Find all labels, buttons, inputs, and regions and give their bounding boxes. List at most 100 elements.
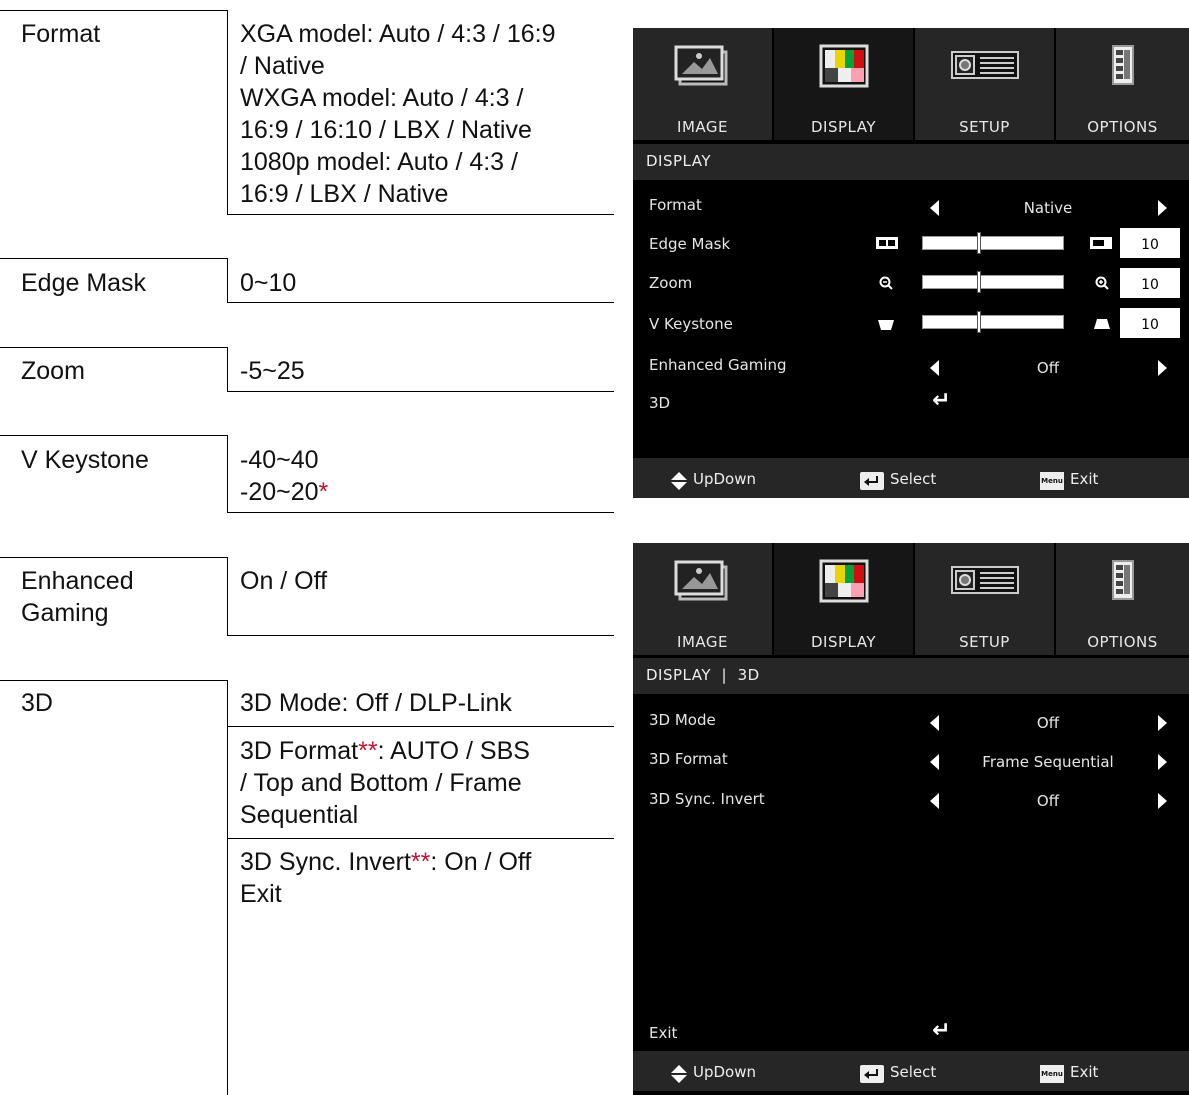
keystone-up-icon [1094, 319, 1110, 329]
enhanced-gaming-value: On / Off [240, 567, 328, 595]
v-keystone-values: -40~40 -20~20* [240, 444, 610, 508]
display-icon [819, 44, 868, 88]
row-label: 3D [649, 394, 671, 412]
three-d-exit: Exit [240, 880, 282, 908]
zoom-out-icon [879, 276, 893, 290]
edge-mask-slider[interactable] [922, 232, 1064, 254]
arrow-right-icon[interactable] [1158, 200, 1167, 216]
format-label: Format [21, 20, 101, 48]
three-d-label: 3D [21, 689, 53, 717]
row-value: Off [1036, 359, 1060, 377]
row-label: 3D Format [649, 750, 728, 768]
osd-footer: UpDown Select Menu Exit [633, 458, 1189, 498]
zoom-value: -5~25 [240, 357, 305, 385]
image-icon [674, 45, 727, 86]
footer-select-label: Select [890, 1063, 937, 1081]
v-keystone-slider[interactable] [922, 311, 1064, 333]
options-icon [1111, 560, 1134, 600]
osd-display-panel: IMAGE DISPLAY SETUP OPTIONS DISPLAY Form… [633, 28, 1189, 498]
footer-updown-label: UpDown [693, 470, 757, 488]
edge-mask-max-icon [1090, 237, 1112, 249]
enter-icon[interactable]: ↵ [932, 388, 950, 413]
zoom-value-box[interactable]: 10 [1120, 268, 1180, 298]
format-value-line: XGA model: Auto / 4:3 / 16:9 [240, 20, 556, 48]
tab-setup[interactable]: SETUP [915, 543, 1054, 655]
edge-mask-value: 0~10 [240, 269, 297, 297]
three-d-mode: 3D Mode: Off / DLP-Link [240, 689, 512, 717]
tab-options-label: OPTIONS [1087, 633, 1158, 651]
double-asterisk-note: ** [358, 737, 378, 765]
footer-select-label: Select [890, 470, 937, 488]
tab-display[interactable]: DISPLAY [774, 28, 913, 140]
row-value: Off [1036, 714, 1060, 732]
tab-setup-label: SETUP [959, 633, 1010, 651]
row-label: 3D Mode [649, 711, 716, 729]
format-value-line: / Native [240, 52, 325, 80]
slider-knob[interactable] [977, 232, 981, 254]
row-label: 3D Sync. Invert [649, 790, 765, 808]
arrow-right-icon[interactable] [1158, 793, 1167, 809]
row-label: Exit [649, 1024, 678, 1042]
arrow-right-icon[interactable] [1158, 360, 1167, 376]
tab-setup[interactable]: SETUP [915, 28, 1054, 140]
osd-3d-panel: IMAGE DISPLAY SETUP OPTIONS DISPLAY | 3D… [633, 543, 1189, 1095]
footer-exit-label: Exit [1070, 470, 1099, 488]
arrow-left-icon[interactable] [930, 360, 939, 376]
arrow-right-icon[interactable] [1158, 715, 1167, 731]
edge-mask-value-box[interactable]: 10 [1120, 228, 1180, 258]
tab-display-label: DISPLAY [810, 118, 876, 136]
breadcrumb: DISPLAY [633, 144, 1189, 180]
format-value-line: WXGA model: Auto / 4:3 / [240, 84, 524, 112]
row-label: Format [649, 196, 702, 214]
updown-icon [671, 1065, 687, 1083]
three-d-format: 3D Format**: AUTO / SBS / Top and Bottom… [240, 737, 530, 829]
asterisk-note: * [318, 478, 329, 506]
three-d-mode-divider [228, 726, 614, 727]
format-value-line: 16:9 / LBX / Native [240, 180, 449, 208]
osd-tab-bar: IMAGE DISPLAY SETUP OPTIONS [633, 543, 1189, 655]
format-divider [228, 214, 614, 215]
row-label: Enhanced Gaming [649, 356, 787, 374]
row-label: Edge Mask [649, 235, 731, 253]
osd-footer: UpDown Select Menu Exit [633, 1051, 1189, 1091]
tab-display-label: DISPLAY [810, 633, 876, 651]
arrow-right-icon[interactable] [1158, 754, 1167, 770]
slider-knob[interactable] [977, 311, 981, 333]
row-label: V Keystone [649, 315, 733, 333]
row-value: Off [1036, 792, 1060, 810]
keystone-down-icon [878, 320, 894, 330]
v-keystone-label: V Keystone [21, 446, 149, 474]
v-keystone-value-box[interactable]: 10 [1120, 308, 1180, 338]
footer-updown-label: UpDown [693, 1063, 757, 1081]
slider-knob[interactable] [977, 271, 981, 293]
tab-image-label: IMAGE [677, 118, 728, 136]
tab-display[interactable]: DISPLAY [774, 543, 913, 655]
arrow-left-icon[interactable] [930, 793, 939, 809]
row-value: Frame Sequential [982, 753, 1114, 771]
breadcrumb: DISPLAY | 3D [633, 658, 1189, 694]
tab-options[interactable]: OPTIONS [1056, 28, 1189, 140]
menu-key-icon: Menu [1040, 1065, 1064, 1083]
zoom-in-icon [1095, 276, 1109, 290]
enter-icon[interactable]: ↵ [932, 1018, 950, 1043]
edge-mask-min-icon [876, 237, 898, 249]
options-icon [1111, 45, 1134, 85]
tab-image[interactable]: IMAGE [633, 28, 772, 140]
arrow-left-icon[interactable] [930, 715, 939, 731]
format-value-line: 16:9 / 16:10 / LBX / Native [240, 116, 532, 144]
arrow-left-icon[interactable] [930, 754, 939, 770]
tab-image[interactable]: IMAGE [633, 543, 772, 655]
image-icon [674, 560, 727, 601]
arrow-left-icon[interactable] [930, 200, 939, 216]
footer-exit-label: Exit [1070, 1063, 1099, 1081]
tab-setup-label: SETUP [959, 118, 1010, 136]
osd-tab-bar: IMAGE DISPLAY SETUP OPTIONS [633, 28, 1189, 140]
row-label: Zoom [649, 274, 693, 292]
enhanced-gaming-divider [228, 635, 614, 636]
menu-key-icon: Menu [1040, 472, 1064, 490]
zoom-slider[interactable] [922, 271, 1064, 293]
tab-image-label: IMAGE [677, 633, 728, 651]
v-keystone-range: -40~40 [240, 446, 319, 474]
tab-options[interactable]: OPTIONS [1056, 543, 1189, 655]
three-d-label-cell [0, 680, 228, 1095]
